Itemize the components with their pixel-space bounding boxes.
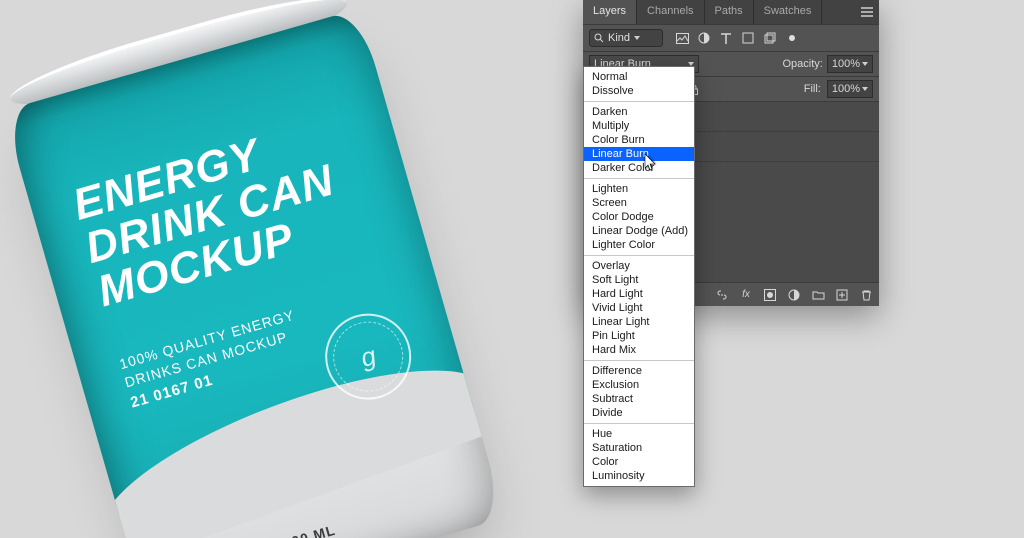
filter-shape-icon[interactable] [741,31,755,45]
chevron-down-icon [634,36,640,40]
blend-mode-option[interactable]: Screen [584,196,694,210]
tab-channels[interactable]: Channels [637,0,704,24]
panel-menu-icon[interactable] [855,0,879,24]
blend-mode-option[interactable]: Vivid Light [584,301,694,315]
blend-mode-option[interactable]: Linear Light [584,315,694,329]
blend-mode-option[interactable]: Divide [584,406,694,420]
blend-mode-option[interactable]: Luminosity [584,469,694,483]
adjustment-icon[interactable] [787,288,801,302]
blend-mode-option[interactable]: Darken [584,105,694,119]
new-layer-icon[interactable] [835,288,849,302]
chevron-down-icon [862,87,868,91]
blend-mode-option[interactable]: Hue [584,427,694,441]
filter-adjust-icon[interactable] [697,31,711,45]
blend-mode-option[interactable]: Dissolve [584,84,694,98]
blend-mode-option[interactable]: Subtract [584,392,694,406]
fx-icon[interactable]: fx [739,288,753,302]
link-layers-icon[interactable] [715,288,729,302]
group-icon[interactable] [811,288,825,302]
blend-mode-option[interactable]: Color [584,455,694,469]
blend-mode-option[interactable]: Saturation [584,441,694,455]
filter-type-icon[interactable] [719,31,733,45]
blend-mode-option[interactable]: Normal [584,70,694,84]
blend-mode-option[interactable]: Linear Dodge (Add) [584,224,694,238]
filter-row: Kind [583,24,879,52]
chevron-down-icon [862,62,868,66]
panel-tabs: Layers Channels Paths Swatches [583,0,879,24]
opacity-label: Opacity: [783,58,823,70]
tab-layers[interactable]: Layers [583,0,637,24]
blend-mode-option[interactable]: Color Dodge [584,210,694,224]
canvas-can-mockup: ENERGY DRINK CAN MOCKUP 100% QUALITY ENE… [0,0,505,538]
fill-input[interactable]: 100% [827,80,873,98]
fill-label: Fill: [804,83,821,95]
delete-layer-icon[interactable] [859,288,873,302]
blend-mode-option[interactable]: Lighter Color [584,238,694,252]
tab-swatches[interactable]: Swatches [754,0,823,24]
layer-filter-kind[interactable]: Kind [589,29,663,47]
filter-dot-icon[interactable] [785,31,799,45]
opacity-value: 100% [832,58,860,70]
blend-mode-option[interactable]: Exclusion [584,378,694,392]
blend-mode-option[interactable]: Hard Mix [584,343,694,357]
filter-pixel-icon[interactable] [675,31,689,45]
can-body: ENERGY DRINK CAN MOCKUP 100% QUALITY ENE… [3,9,505,538]
blend-mode-option[interactable]: Lighten [584,182,694,196]
blend-mode-option[interactable]: Hard Light [584,287,694,301]
blend-mode-option[interactable]: Linear Burn [584,147,694,161]
blend-mode-option[interactable]: Color Burn [584,133,694,147]
blend-mode-option[interactable]: Pin Light [584,329,694,343]
fill-value: 100% [832,83,860,95]
filter-smart-icon[interactable] [763,31,777,45]
blend-mode-option[interactable]: Multiply [584,119,694,133]
blend-mode-option[interactable]: Difference [584,364,694,378]
filter-kind-label: Kind [608,32,630,44]
can-volume: 500 ML [281,522,337,538]
search-icon [594,33,604,43]
blend-mode-option[interactable]: Soft Light [584,273,694,287]
mask-icon[interactable] [763,288,777,302]
blend-mode-option[interactable]: Darker Color [584,161,694,175]
blend-mode-option[interactable]: Overlay [584,259,694,273]
opacity-input[interactable]: 100% [827,55,873,73]
tab-paths[interactable]: Paths [705,0,754,24]
blend-mode-dropdown[interactable]: NormalDissolveDarkenMultiplyColor BurnLi… [583,66,695,487]
